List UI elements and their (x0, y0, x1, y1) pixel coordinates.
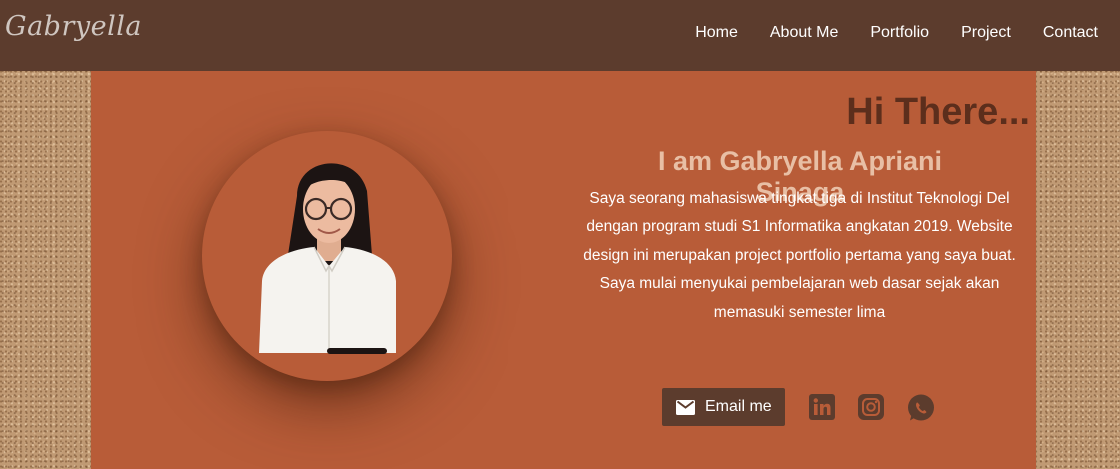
contact-actions: Email me (662, 388, 934, 426)
whatsapp-icon[interactable] (907, 394, 934, 421)
nav-project[interactable]: Project (961, 24, 1011, 42)
social-links (808, 394, 934, 421)
nav-about-me[interactable]: About Me (770, 24, 838, 42)
linkedin-icon[interactable] (808, 394, 835, 420)
mail-icon (676, 399, 695, 415)
greeting-heading: Hi There... (846, 91, 1030, 133)
instagram-icon[interactable] (857, 394, 884, 420)
nav-links: Home About Me Portfolio Project Contact (695, 24, 1098, 42)
navbar: Gabryella Home About Me Portfolio Projec… (0, 0, 1120, 71)
nav-home[interactable]: Home (695, 24, 738, 42)
email-button[interactable]: Email me (662, 388, 785, 426)
nav-portfolio[interactable]: Portfolio (870, 24, 929, 42)
nav-contact[interactable]: Contact (1043, 24, 1098, 42)
bio-text: Saya seorang mahasiswa tingkat tiga di I… (583, 190, 1016, 321)
email-button-label: Email me (705, 398, 772, 415)
profile-photo (202, 131, 452, 381)
brand-logo[interactable]: Gabryella (5, 11, 142, 42)
hero-panel: Hi There... I am Gabryella Apriani Sinag… (91, 71, 1036, 469)
